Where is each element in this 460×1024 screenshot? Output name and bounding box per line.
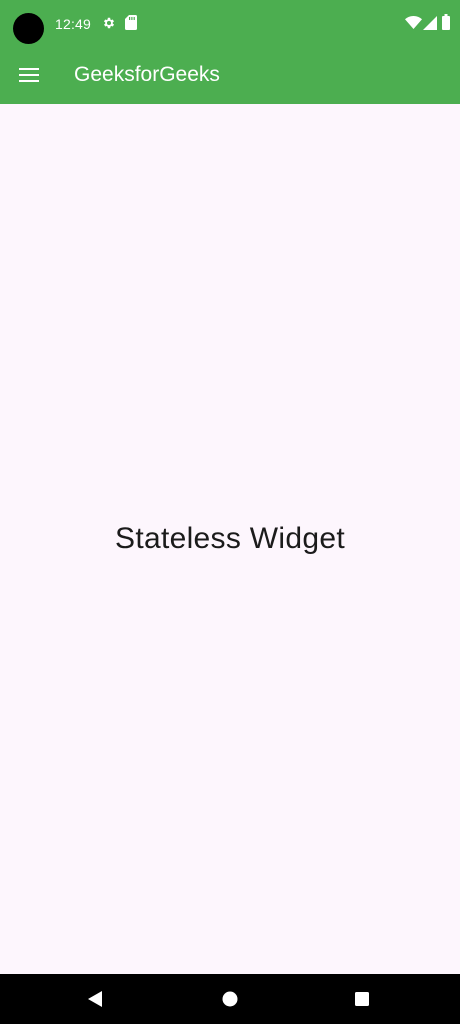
home-button[interactable] xyxy=(213,982,247,1016)
status-time: 12:49 xyxy=(55,16,92,32)
home-circle-icon xyxy=(222,991,238,1007)
sd-card-icon xyxy=(125,15,137,30)
stateless-widget-text: Stateless Widget xyxy=(115,522,345,555)
main-content: Stateless Widget xyxy=(0,104,460,974)
battery-icon xyxy=(442,14,450,30)
status-bar: 12:49 xyxy=(0,0,460,46)
cell-signal-icon xyxy=(423,16,437,30)
recents-square-icon xyxy=(355,992,369,1006)
camera-cutout xyxy=(13,13,44,44)
settings-gear-icon xyxy=(103,17,115,29)
back-triangle-icon xyxy=(88,991,102,1007)
system-nav-bar xyxy=(0,974,460,1024)
back-button[interactable] xyxy=(78,982,112,1016)
hamburger-menu-icon xyxy=(19,68,39,82)
app-bar: GeeksforGeeks xyxy=(0,46,460,104)
recents-button[interactable] xyxy=(345,982,379,1016)
app-title: GeeksforGeeks xyxy=(74,63,220,86)
wifi-icon xyxy=(405,16,422,29)
phone-screen: 12:49 GeeksforGeeks Stateless Widget xyxy=(0,0,460,1024)
menu-button[interactable] xyxy=(8,54,50,96)
